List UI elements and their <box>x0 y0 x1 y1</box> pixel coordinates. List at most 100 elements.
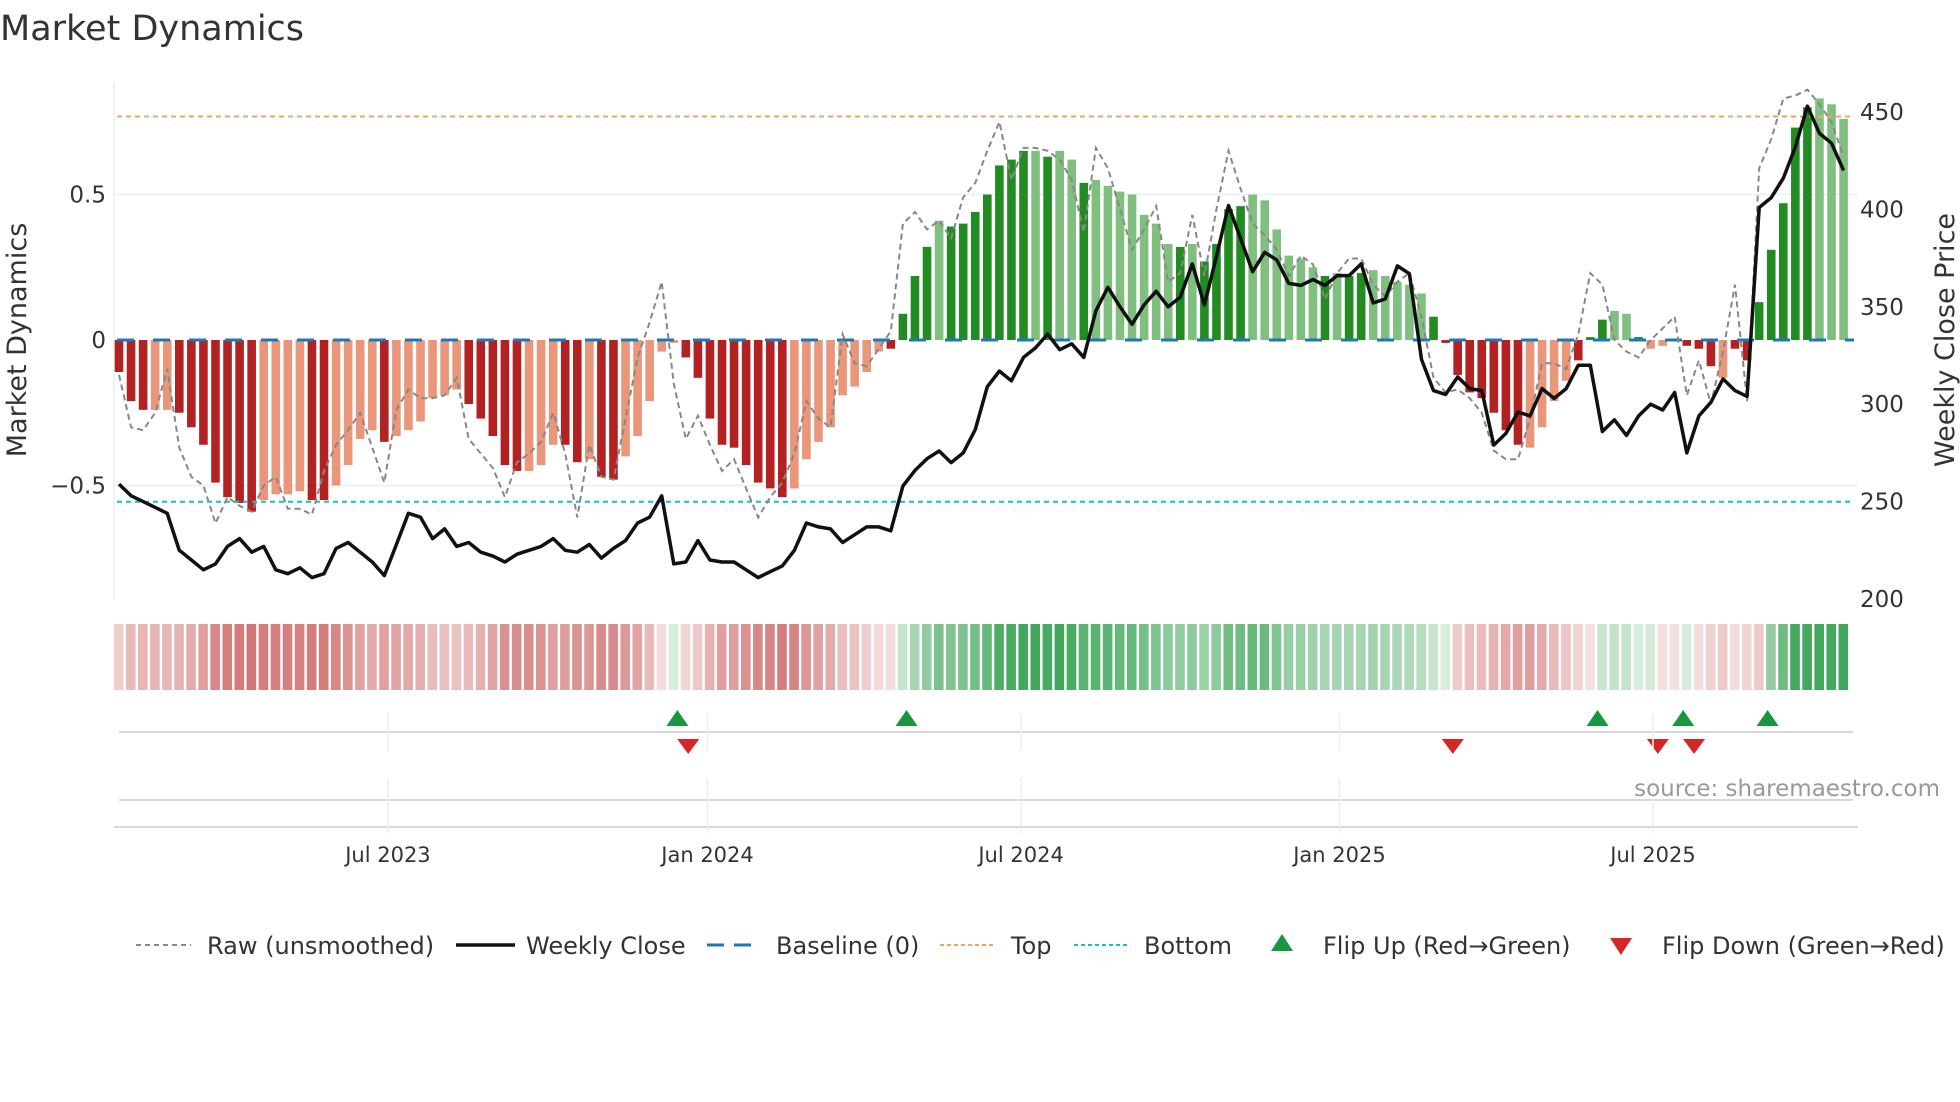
dynamics-bar <box>1332 273 1342 340</box>
regime-cell <box>113 624 124 690</box>
regime-cell <box>1452 624 1463 690</box>
dynamics-bars <box>114 98 1848 512</box>
dynamics-bar <box>898 313 908 340</box>
regime-cell <box>1344 624 1354 690</box>
regime-cell <box>258 624 269 690</box>
dynamics-bar <box>753 340 763 483</box>
regime-cell <box>1259 624 1270 690</box>
dynamics-bar <box>1489 340 1499 413</box>
regime-cell <box>536 624 546 690</box>
left-axis-title: Market Dynamics <box>2 223 33 458</box>
dynamics-bar <box>572 340 582 463</box>
regime-cell <box>415 624 425 690</box>
dynamics-bar <box>693 340 703 378</box>
dynamics-bar <box>126 340 136 402</box>
regime-cell <box>789 624 799 690</box>
dynamics-bar <box>307 340 317 501</box>
dynamics-bar <box>1043 156 1052 340</box>
dynamics-bar <box>995 165 1004 340</box>
dynamics-bar <box>1381 275 1390 340</box>
regime-cell <box>318 624 329 690</box>
regime-cell <box>620 624 631 690</box>
dynamics-bar <box>1224 209 1233 340</box>
dynamics-bar <box>1501 340 1511 431</box>
dynamics-bar <box>331 340 341 486</box>
dynamics-bar <box>211 340 220 483</box>
regime-cell <box>1585 624 1595 690</box>
dynamics-bar <box>1019 150 1028 340</box>
regime-cell <box>1802 624 1812 690</box>
regime-cell <box>198 624 208 690</box>
regime-cell <box>1175 624 1185 690</box>
regime-cell <box>1645 624 1656 690</box>
regime-cell <box>1223 624 1234 690</box>
regime-cell <box>753 624 763 690</box>
dynamics-bar <box>946 226 956 340</box>
x-tick-label: Jul 2025 <box>1608 843 1695 867</box>
regime-cell <box>511 624 522 690</box>
regime-cell <box>282 624 293 690</box>
regime-cell <box>861 624 872 690</box>
regime-cell <box>1729 624 1740 690</box>
regime-cell <box>523 624 534 690</box>
dynamics-bar <box>790 340 799 489</box>
dynamics-bar <box>1188 243 1197 340</box>
regime-cell <box>548 624 558 690</box>
regime-cell <box>306 624 317 690</box>
dynamics-bar <box>536 340 546 466</box>
dynamics-bar <box>380 340 389 442</box>
regime-cell <box>873 624 884 690</box>
dynamics-bar <box>187 340 196 428</box>
regime-cell <box>1356 624 1366 690</box>
regime-cell <box>367 624 377 690</box>
flip-down-marker <box>1441 739 1464 754</box>
dynamics-bar <box>1393 281 1402 340</box>
regime-cell <box>825 624 836 690</box>
regime-cell <box>1440 624 1451 690</box>
regime-cell <box>572 624 582 690</box>
dynamics-bar <box>271 340 281 495</box>
regime-cell <box>1717 624 1728 690</box>
x-tick-label: Jan 2025 <box>1291 843 1386 867</box>
dynamics-bar <box>729 340 739 448</box>
dynamics-bar <box>1598 319 1607 340</box>
dynamics-bar <box>1151 223 1161 340</box>
regime-cell <box>1597 624 1607 690</box>
dynamics-bar <box>138 340 148 410</box>
regime-cell <box>343 624 353 690</box>
dynamics-bar <box>343 340 353 466</box>
regime-cell <box>138 624 148 690</box>
regime-cell <box>1030 624 1041 690</box>
regime-cell <box>475 624 486 690</box>
regime-cell <box>801 624 811 690</box>
regime-cell <box>1042 624 1053 690</box>
source-credit: source: sharemaestro.com <box>1634 776 1940 802</box>
dynamics-bar <box>609 340 618 480</box>
dynamics-bar <box>705 340 715 419</box>
dynamics-bar <box>162 340 172 410</box>
dynamics-bar <box>500 340 510 466</box>
weekly-close-line <box>117 104 1846 580</box>
regime-cell <box>1163 624 1173 690</box>
dynamics-bar <box>1031 150 1040 340</box>
dynamics-bar <box>633 340 642 437</box>
regime-cell <box>584 624 594 690</box>
dynamics-bar <box>1067 159 1077 340</box>
regime-cell <box>1524 624 1535 690</box>
regime-strip <box>113 624 1849 690</box>
regime-cell <box>1319 624 1330 690</box>
regime-cell <box>813 624 823 690</box>
y2-tick-label: 400 <box>1860 197 1904 223</box>
dynamics-bar <box>1441 340 1450 343</box>
x-axis: Jul 2023 Jan 2024 Jul 2024 Jan 2025 Jul 2025 <box>114 713 1858 867</box>
y2-tick-label: 350 <box>1860 295 1904 321</box>
y2-tick-label: 450 <box>1860 100 1904 126</box>
dynamics-bar <box>958 223 968 340</box>
x-tick-label: Jul 2024 <box>976 843 1063 867</box>
dynamics-bar <box>404 340 413 431</box>
regime-cell <box>1838 624 1849 690</box>
regime-cell <box>162 624 172 690</box>
dynamics-bar <box>814 340 823 442</box>
dynamics-bar <box>295 340 305 492</box>
dynamics-bar <box>1296 258 1306 340</box>
